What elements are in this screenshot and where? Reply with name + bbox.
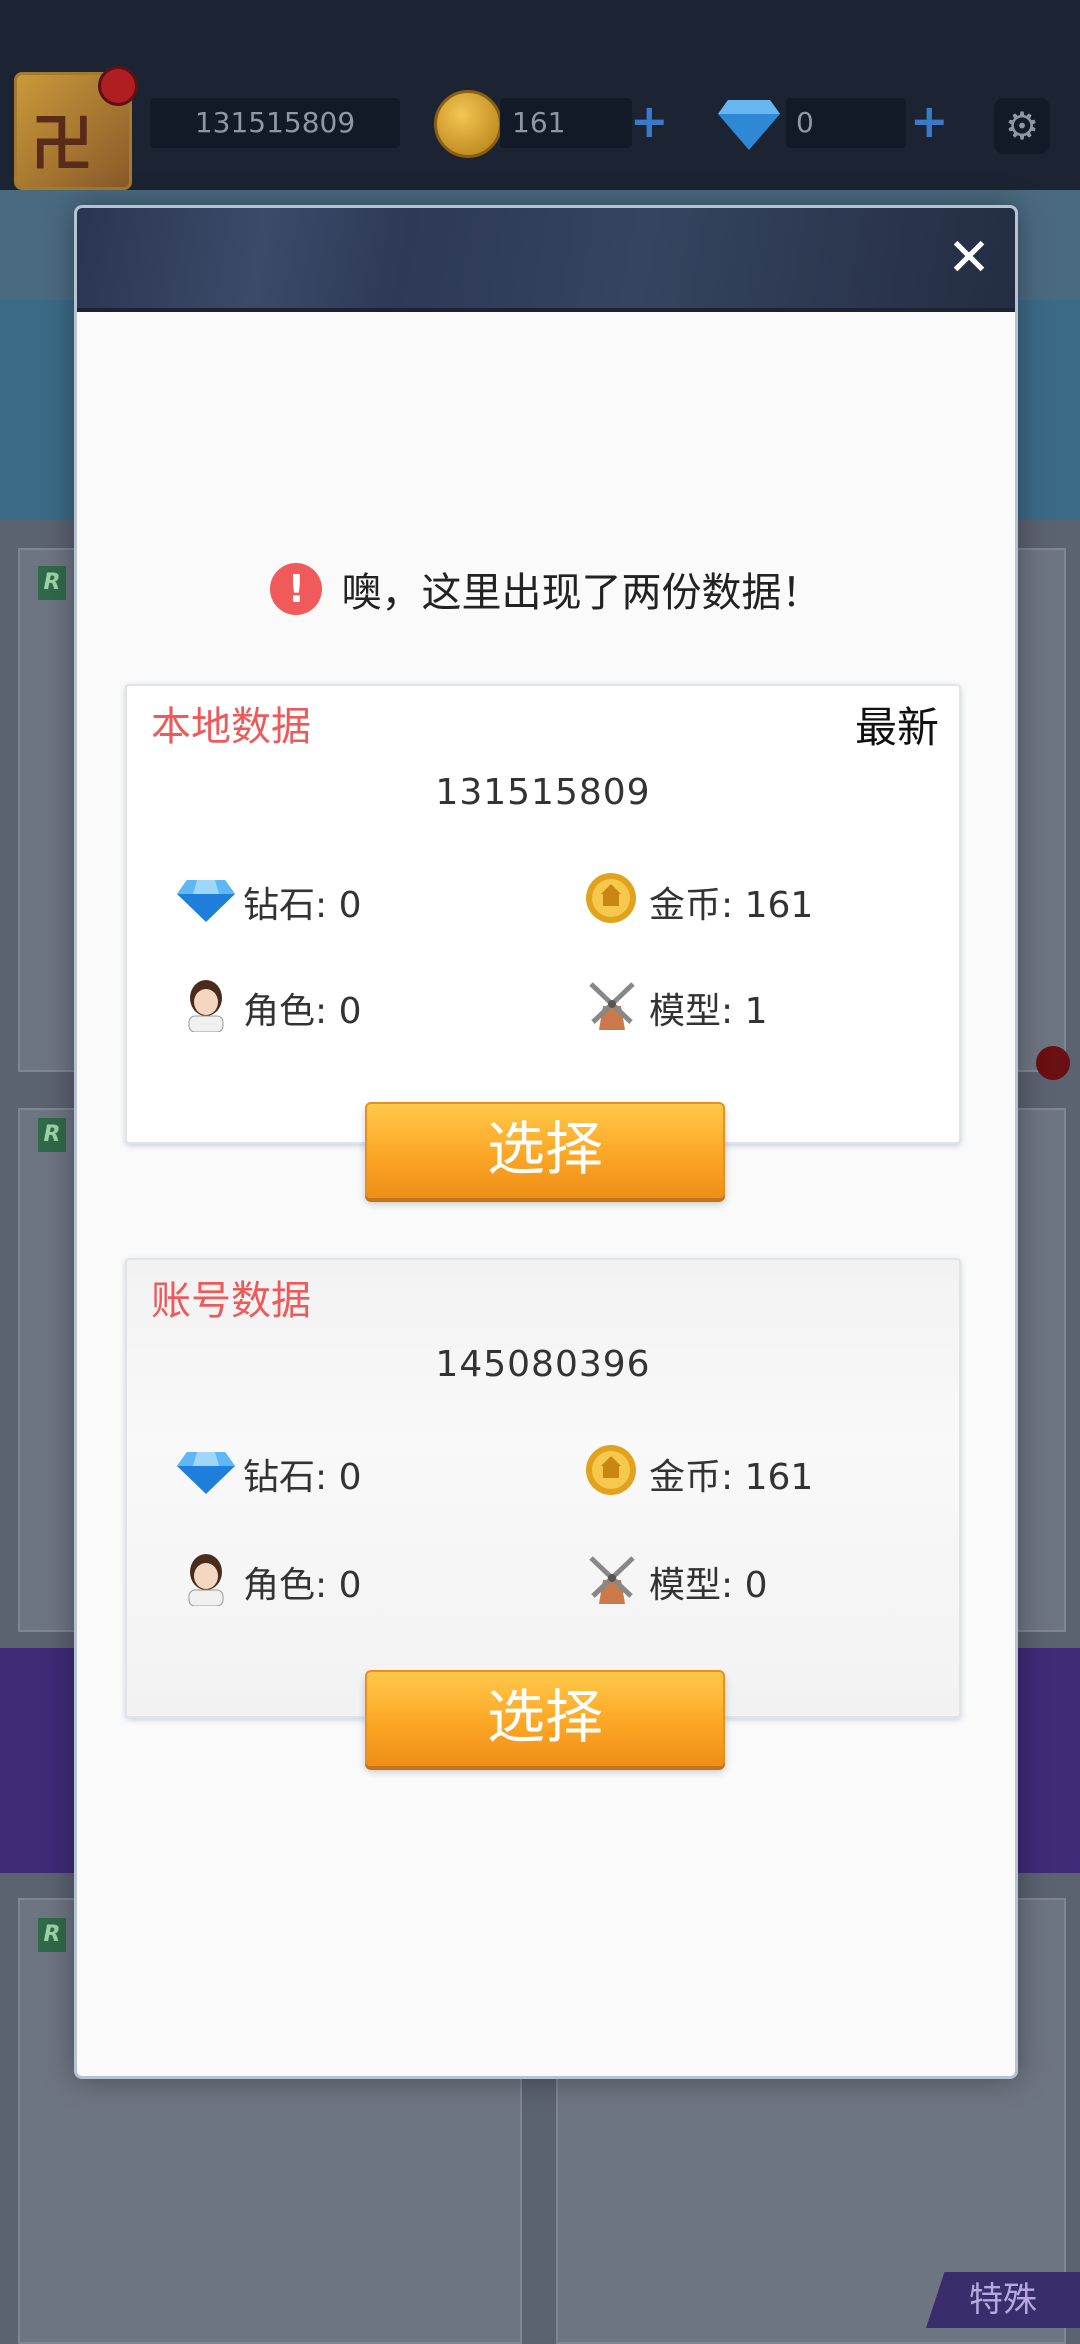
coin-label: 金币: 161 — [649, 1457, 814, 1498]
card-title: 本地数据 — [151, 704, 311, 750]
diamond-icon — [177, 880, 235, 922]
notice-text: 噢，这里出现了两份数据！ — [341, 570, 822, 616]
rarity-badge: R — [38, 1118, 66, 1152]
coin-icon — [434, 90, 502, 158]
gem-label: 钻石: 0 — [243, 1457, 362, 1498]
special-tab[interactable]: 特殊 — [926, 2272, 1080, 2328]
account-id: 131515809 — [435, 772, 651, 813]
player-id-display: 131515809 — [150, 98, 400, 148]
account-id: 145080396 — [435, 1344, 651, 1385]
card-title: 账号数据 — [151, 1278, 311, 1324]
model-label: 模型: 1 — [649, 991, 768, 1032]
notification-dot — [1036, 1046, 1070, 1080]
account-data-card: 账号数据 145080396 钻石: 0 金币: 161 角色: 0 模型: 0 — [125, 1258, 961, 1718]
windmill-icon — [589, 982, 635, 1030]
data-conflict-dialog: ✕ ! 噢，这里出现了两份数据！ 本地数据 最新 131515809 钻石: 0… — [74, 205, 1018, 2079]
dialog-header: ✕ — [77, 208, 1015, 312]
settings-gear-icon[interactable]: ⚙ — [994, 98, 1050, 154]
coin-icon — [586, 873, 636, 923]
close-icon[interactable]: ✕ — [945, 232, 993, 284]
model-label: 模型: 0 — [649, 1565, 768, 1606]
select-account-button[interactable]: 选择 — [365, 1670, 725, 1766]
role-label: 角色: 0 — [243, 1565, 362, 1606]
coin-label: 金币: 161 — [649, 885, 814, 926]
role-label: 角色: 0 — [243, 991, 362, 1032]
character-icon — [188, 1554, 224, 1606]
warning-icon: ! — [270, 563, 323, 615]
coin-count: 161 — [500, 98, 632, 148]
windmill-icon — [589, 1556, 635, 1604]
latest-tag: 最新 — [854, 703, 939, 752]
add-coins-button[interactable]: + — [630, 98, 669, 148]
coin-icon — [586, 1445, 636, 1495]
add-gems-button[interactable]: + — [910, 98, 949, 148]
local-data-card: 本地数据 最新 131515809 钻石: 0 金币: 161 角色: 0 模型… — [125, 684, 961, 1144]
rarity-badge: R — [38, 1918, 66, 1952]
gem-count: 0 — [786, 98, 906, 148]
gem-label: 钻石: 0 — [243, 885, 362, 926]
notification-dot — [98, 66, 138, 106]
character-icon — [188, 980, 224, 1032]
diamond-icon — [177, 1452, 235, 1494]
gem-icon — [718, 100, 780, 150]
select-local-button[interactable]: 选择 — [365, 1102, 725, 1198]
rarity-badge: R — [38, 566, 66, 600]
conflict-notice: ! 噢，这里出现了两份数据！ — [77, 560, 1015, 630]
